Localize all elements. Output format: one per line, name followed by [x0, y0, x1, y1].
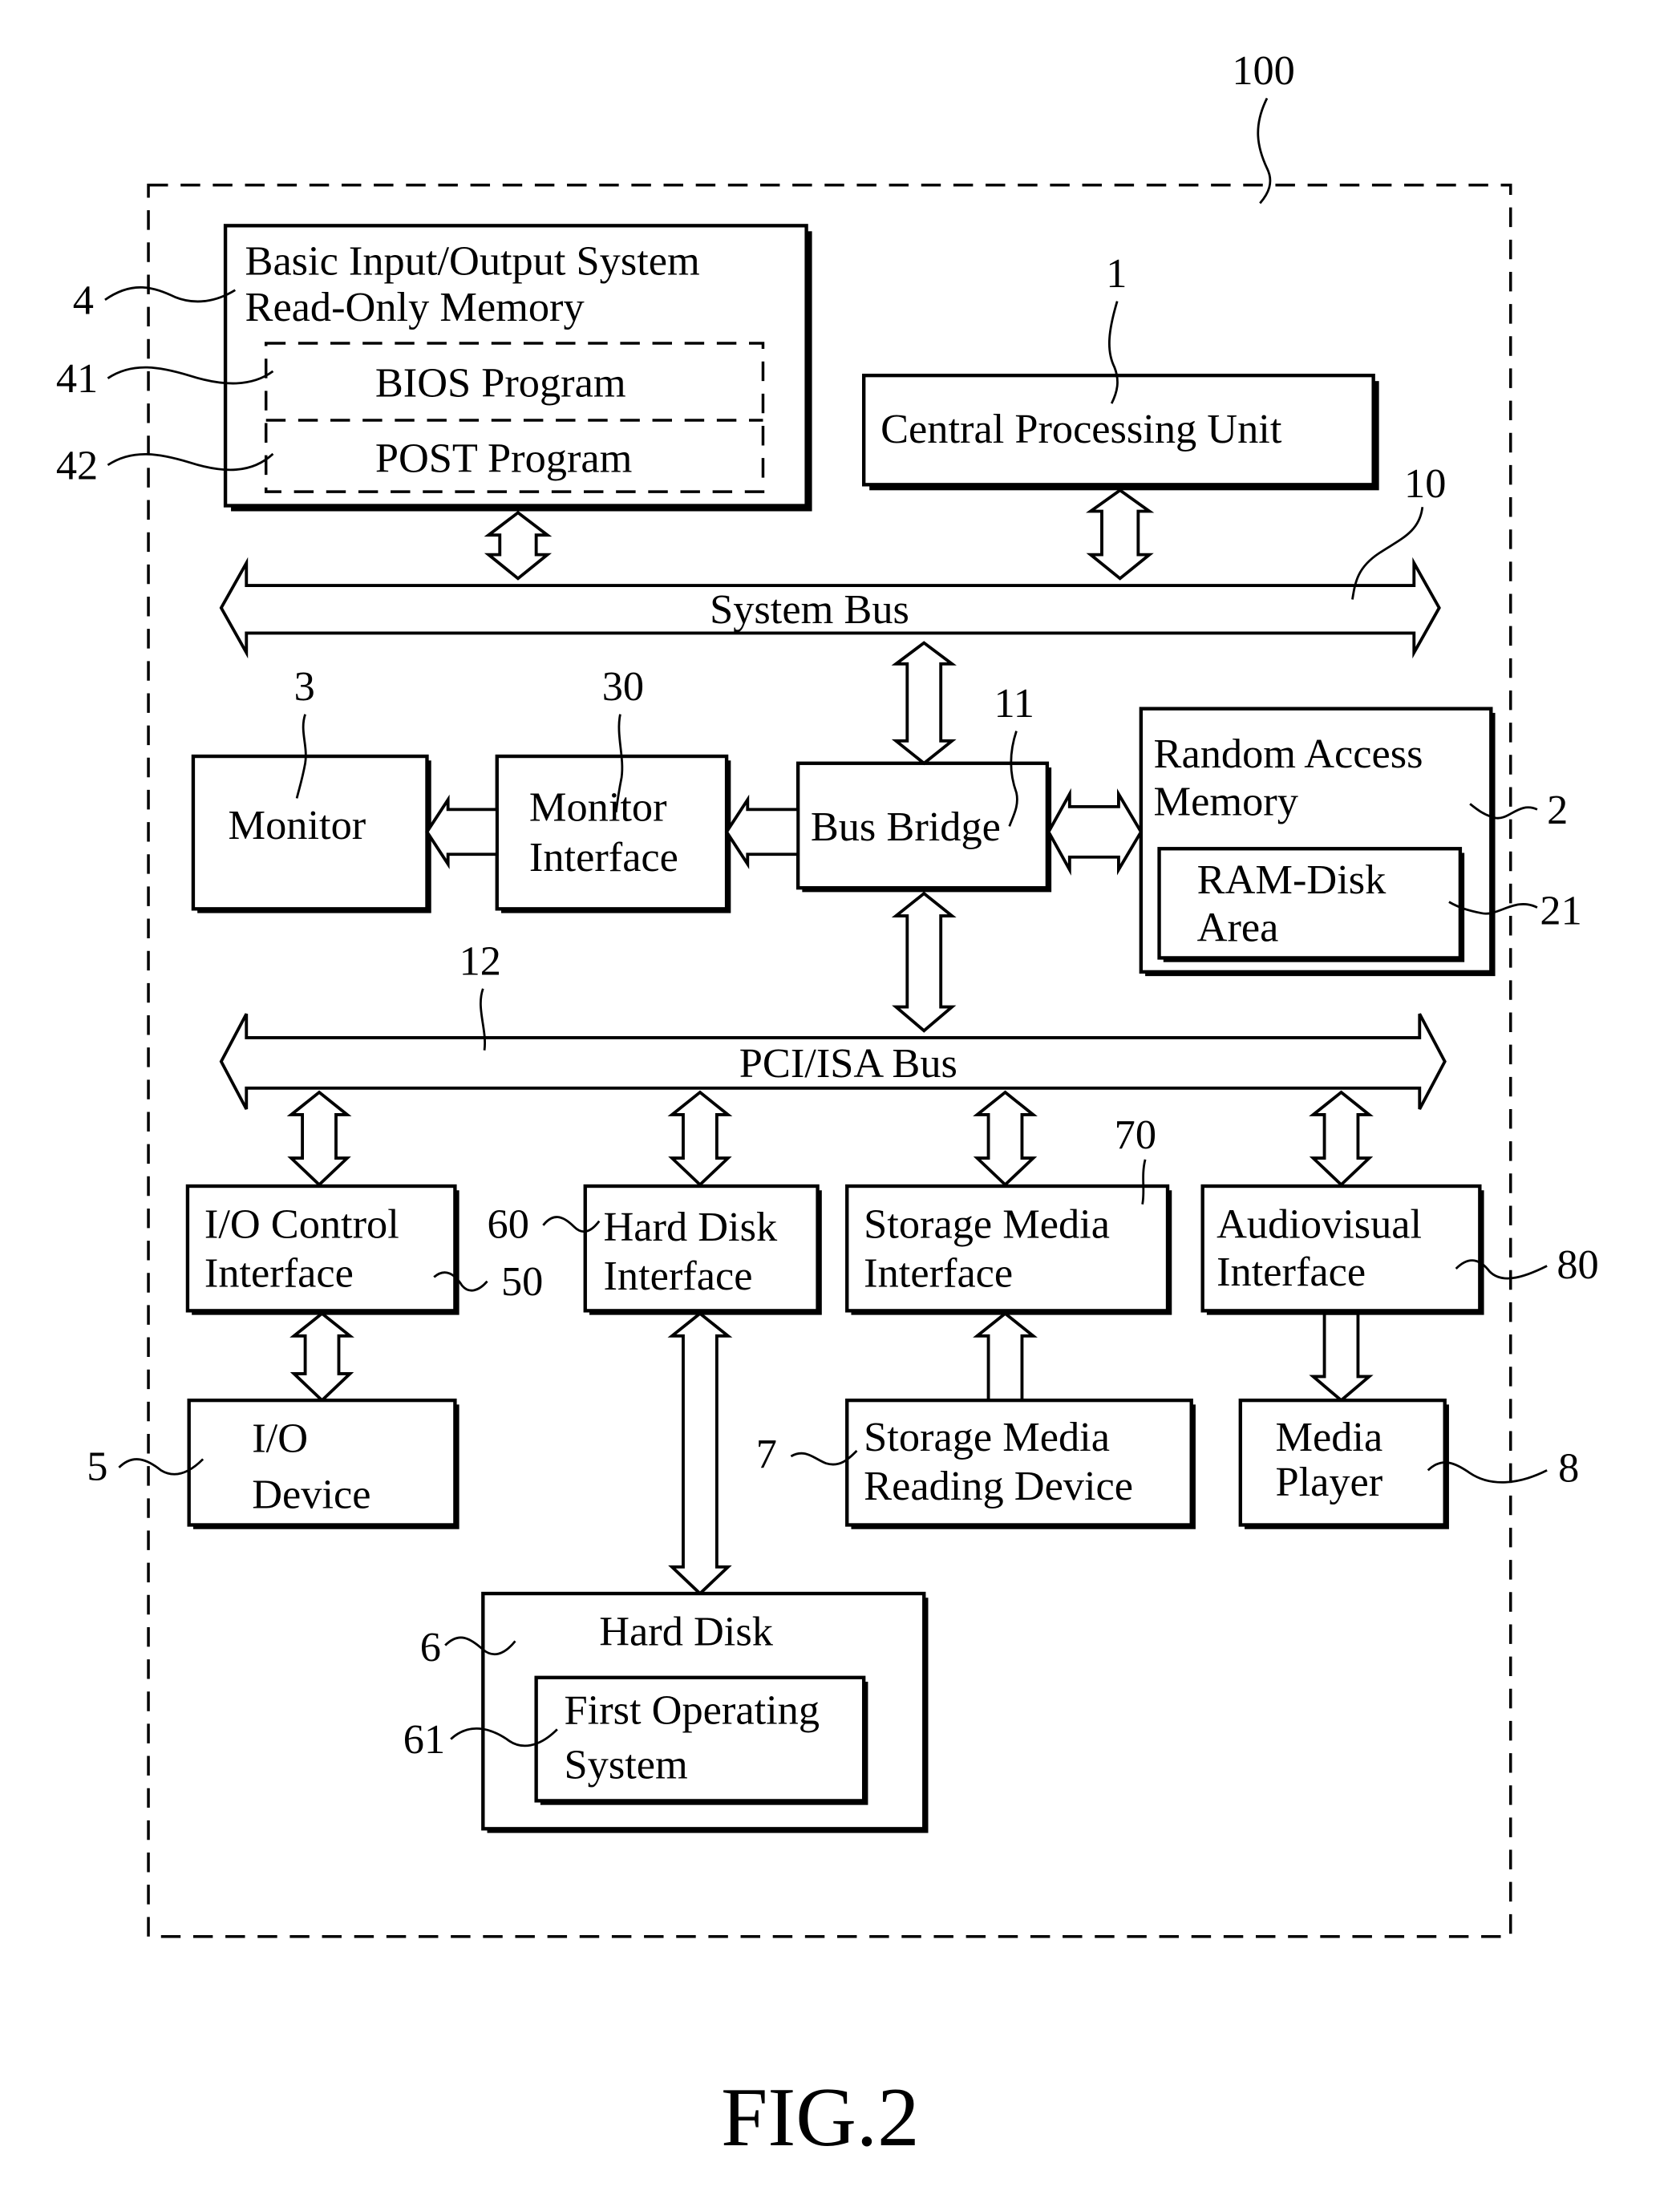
av-interface-line1: Audiovisual: [1216, 1201, 1422, 1248]
io-control-interface-block: I/O Control Interface: [185, 1184, 459, 1315]
av-interface-block: Audiovisual Interface: [1200, 1184, 1484, 1315]
bios-program-label: BIOS Program: [375, 359, 626, 406]
ref-60: 60: [488, 1201, 529, 1248]
av-interface-line2: Interface: [1216, 1249, 1366, 1295]
monitor-label: Monitor: [229, 802, 366, 848]
arrow-pci-storage-interface: [973, 1090, 1038, 1187]
ref-10: 10: [1404, 460, 1446, 507]
cpu-label: Central Processing Unit: [880, 406, 1282, 452]
hdd-interface-line2: Interface: [603, 1253, 752, 1299]
post-program-label: POST Program: [375, 435, 632, 482]
system-block-diagram: 100 Basic Input/Output System Read-Only …: [56, 47, 1599, 2164]
bios-rom-label-line1: Basic Input/Output System: [245, 237, 700, 284]
ref-4: 4: [73, 277, 94, 323]
hard-disk-block: Hard Disk First Operating System: [481, 1591, 929, 1833]
arrow-monitor-interface-monitor: [425, 794, 499, 869]
storage-interface-block: Storage Media Interface: [845, 1184, 1172, 1315]
storage-reader-line2: Reading Device: [864, 1463, 1133, 1509]
media-player-line1: Media: [1275, 1414, 1382, 1460]
ref-6: 6: [420, 1624, 441, 1670]
ram-block: Random Access Memory RAM-Disk Area: [1139, 707, 1496, 977]
bios-rom-label-line2: Read-Only Memory: [245, 284, 585, 330]
ref-42: 42: [56, 442, 98, 488]
hdd-interface-line1: Hard Disk: [603, 1204, 777, 1250]
ref-12: 12: [459, 937, 501, 984]
storage-reader-block: Storage Media Reading Device: [845, 1398, 1196, 1529]
ram-disk-line1: RAM-Disk: [1197, 856, 1387, 903]
storage-interface-line2: Interface: [864, 1250, 1013, 1297]
arrow-pci-hdd-interface: [667, 1090, 733, 1187]
arrow-pci-av-interface: [1309, 1090, 1374, 1187]
ref-3: 3: [294, 663, 315, 710]
ref-100: 100: [1232, 47, 1295, 94]
ref-1: 1: [1106, 250, 1127, 297]
monitor-block: Monitor: [191, 754, 431, 913]
arrow-hdd-interface-hard-disk: [667, 1311, 733, 1596]
first-os-line2: System: [565, 1741, 688, 1788]
storage-reader-line1: Storage Media: [864, 1414, 1110, 1460]
bus-bridge-label: Bus Bridge: [811, 804, 1001, 850]
leader-4: [104, 286, 237, 303]
pci-isa-bus-label: PCI/ISA Bus: [739, 1040, 957, 1087]
io-device-block: I/O Device: [187, 1398, 459, 1529]
media-player-line2: Player: [1275, 1459, 1382, 1505]
bios-rom-block: Basic Input/Output System Read-Only Memo…: [223, 224, 812, 512]
hard-disk-label: Hard Disk: [599, 1609, 773, 1655]
ref-50: 50: [501, 1258, 543, 1305]
ref-30: 30: [602, 663, 644, 710]
arrow-io-control-io-device: [289, 1311, 354, 1403]
ref-7: 7: [756, 1431, 777, 1477]
arrow-bios-system-bus: [484, 510, 553, 581]
ram-label-line1: Random Access: [1154, 731, 1423, 777]
arrow-bus-bridge-pci-bus: [891, 891, 957, 1033]
io-device-line1: I/O: [252, 1415, 308, 1462]
first-os-line1: First Operating: [565, 1687, 820, 1733]
figure-caption: FIG.2: [721, 2071, 919, 2164]
arrow-bus-bridge-ram: [1046, 788, 1144, 876]
arrow-pci-io-control: [286, 1090, 352, 1187]
storage-interface-line1: Storage Media: [864, 1201, 1110, 1248]
io-control-line1: I/O Control: [204, 1201, 399, 1248]
system-bus: System Bus: [219, 557, 1441, 659]
leader-100: [1257, 97, 1272, 205]
media-player-block: Media Player: [1238, 1398, 1449, 1529]
ram-label-line2: Memory: [1154, 778, 1298, 824]
arrow-cpu-system-bus: [1086, 488, 1155, 581]
monitor-interface-line1: Monitor: [529, 784, 667, 830]
system-bus-label: System Bus: [710, 586, 909, 633]
cpu-block: Central Processing Unit: [861, 373, 1379, 491]
ref-70: 70: [1115, 1112, 1156, 1158]
io-device-line2: Device: [252, 1472, 370, 1518]
pci-isa-bus: PCI/ISA Bus: [219, 1013, 1447, 1110]
arrow-system-bus-bus-bridge: [891, 641, 957, 766]
ref-2: 2: [1547, 787, 1568, 833]
monitor-interface-line2: Interface: [529, 834, 678, 881]
ref-21: 21: [1540, 888, 1581, 934]
io-control-line2: Interface: [204, 1250, 354, 1297]
ref-80: 80: [1557, 1241, 1598, 1288]
ref-41: 41: [56, 355, 98, 402]
ram-disk-line2: Area: [1197, 904, 1279, 950]
ref-8: 8: [1558, 1444, 1579, 1491]
ref-11: 11: [994, 680, 1034, 727]
arrow-storage-reader-storage-interface: [973, 1311, 1038, 1403]
hdd-interface-block: Hard Disk Interface: [583, 1184, 822, 1315]
monitor-interface-block: Monitor Interface: [495, 754, 731, 913]
ref-61: 61: [403, 1716, 445, 1763]
arrow-bus-bridge-monitor-interface: [724, 794, 800, 869]
ref-5: 5: [87, 1444, 107, 1490]
arrow-av-interface-media-player: [1309, 1311, 1374, 1403]
